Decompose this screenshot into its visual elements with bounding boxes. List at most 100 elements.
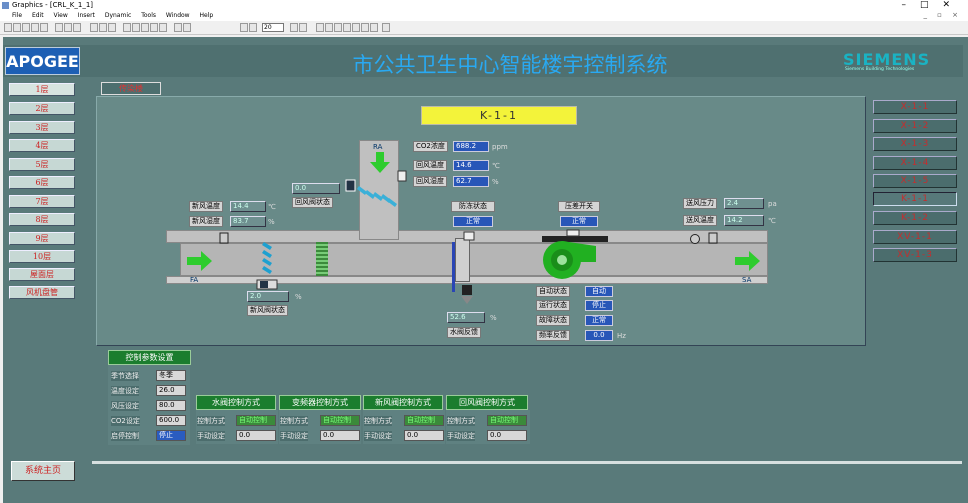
menu-view[interactable]: View bbox=[54, 12, 68, 19]
unit-button-x-1-4[interactable]: X-1-4 bbox=[873, 156, 957, 170]
forward-icon[interactable] bbox=[183, 23, 191, 32]
return-temp-value: 14.6 bbox=[453, 160, 489, 171]
zoom-out-icon[interactable] bbox=[299, 23, 307, 32]
menu-insert[interactable]: Insert bbox=[78, 12, 95, 19]
water-valve-unit: % bbox=[490, 314, 497, 322]
co2-set-input[interactable]: 600.0 bbox=[156, 415, 186, 426]
season-input[interactable]: 冬季 bbox=[156, 370, 186, 381]
floor-button-7[interactable]: 7层 bbox=[9, 195, 75, 208]
pressure-set-label: 风压设定 bbox=[111, 401, 139, 411]
return-hum-label: 回风湿度 bbox=[413, 176, 447, 187]
run-icon[interactable] bbox=[382, 23, 390, 32]
tool-b-icon[interactable] bbox=[325, 23, 333, 32]
align-right-icon[interactable] bbox=[141, 23, 149, 32]
unit-button-xv-1-3[interactable]: XV-1-3 bbox=[873, 248, 957, 262]
fan-run-value: 停止 bbox=[585, 300, 613, 311]
co2-label: CO2浓度 bbox=[413, 141, 448, 152]
fresh-damper-manual-value[interactable]: 0.0 bbox=[404, 430, 444, 441]
return-damper-manual-value[interactable]: 0.0 bbox=[487, 430, 527, 441]
text-icon[interactable] bbox=[99, 23, 107, 32]
floor-button-5[interactable]: 5层 bbox=[9, 158, 75, 171]
print-icon[interactable] bbox=[31, 23, 39, 32]
align-left-icon[interactable] bbox=[123, 23, 131, 32]
tool-g-icon[interactable] bbox=[370, 23, 378, 32]
fresh-damper-manual-label: 手动设定 bbox=[364, 431, 392, 441]
supply-air-arrow-icon bbox=[735, 251, 760, 271]
copy-icon[interactable] bbox=[64, 23, 72, 32]
align-bottom-icon[interactable] bbox=[159, 23, 167, 32]
unit-button-k-1-2[interactable]: K-1-2 bbox=[873, 211, 957, 225]
supply-pressure-unit: pa bbox=[768, 200, 777, 208]
divider bbox=[92, 461, 962, 464]
water-valve-mode-value[interactable]: 自动控制 bbox=[236, 415, 276, 426]
save-icon[interactable] bbox=[22, 23, 30, 32]
layers-icon[interactable] bbox=[249, 23, 257, 32]
floor-button-fancoil[interactable]: 风机盘管 bbox=[9, 286, 75, 299]
floor-button-2[interactable]: 2层 bbox=[9, 102, 75, 115]
home-button[interactable]: 系统主页 bbox=[11, 461, 75, 481]
fresh-damper-icon bbox=[262, 242, 272, 274]
floor-button-10[interactable]: 10层 bbox=[9, 250, 75, 263]
menu-edit[interactable]: Edit bbox=[32, 12, 44, 19]
return-hum-value: 62.7 bbox=[453, 176, 489, 187]
menu-file[interactable]: File bbox=[12, 12, 22, 19]
unit-button-x-1-3[interactable]: X-1-3 bbox=[873, 137, 957, 151]
supply-temp-value: 14.2 bbox=[724, 215, 764, 226]
menu-window[interactable]: Window bbox=[166, 12, 190, 19]
floor-button-3[interactable]: 3层 bbox=[9, 121, 75, 134]
unit-title: K-1-1 bbox=[421, 106, 577, 125]
unit-button-x-1-2[interactable]: X-1-2 bbox=[873, 119, 957, 133]
water-valve-manual-value[interactable]: 0.0 bbox=[236, 430, 276, 441]
window-title: Graphics - [CRL_K_1_1] bbox=[12, 1, 93, 9]
season-label: 季节选择 bbox=[111, 371, 139, 381]
fresh-hum-value: 83.7 bbox=[230, 216, 266, 227]
floor-button-roof[interactable]: 屋面层 bbox=[9, 268, 75, 281]
menu-help[interactable]: Help bbox=[200, 12, 214, 19]
vfd-manual-value[interactable]: 0.0 bbox=[320, 430, 360, 441]
fan-auto-label: 自动状态 bbox=[536, 286, 570, 297]
zoom-in-icon[interactable] bbox=[290, 23, 298, 32]
align-center-icon[interactable] bbox=[132, 23, 140, 32]
start-stop-label: 启停控制 bbox=[111, 431, 139, 441]
align-top-icon[interactable] bbox=[150, 23, 158, 32]
fresh-temp-label: 新风温度 bbox=[189, 201, 223, 212]
unit-button-x-1-5[interactable]: X-1-5 bbox=[873, 174, 957, 188]
tool-a-icon[interactable] bbox=[316, 23, 324, 32]
menu-dynamic[interactable]: Dynamic bbox=[105, 12, 131, 19]
fresh-actuator-icon bbox=[256, 279, 278, 290]
floor-button-9[interactable]: 9层 bbox=[9, 232, 75, 245]
pressure-set-input[interactable]: 80.0 bbox=[156, 400, 186, 411]
shape-icon[interactable] bbox=[108, 23, 116, 32]
temp-set-input[interactable]: 26.0 bbox=[156, 385, 186, 396]
zoom-select[interactable]: 20 bbox=[262, 23, 284, 32]
fan-freq-value: 0.0 bbox=[585, 330, 613, 341]
tool-c-icon[interactable] bbox=[334, 23, 342, 32]
tool-f-icon[interactable] bbox=[361, 23, 369, 32]
floor-button-8[interactable]: 8层 bbox=[9, 213, 75, 226]
start-stop-input[interactable]: 停止 bbox=[156, 430, 186, 441]
fan-freq-label: 频率反馈 bbox=[536, 330, 570, 341]
unit-button-k-1-1[interactable]: K-1-1 bbox=[873, 192, 957, 206]
floor-button-4[interactable]: 4层 bbox=[9, 139, 75, 152]
draw-icon[interactable] bbox=[90, 23, 98, 32]
grid-icon[interactable] bbox=[240, 23, 248, 32]
tool-e-icon[interactable] bbox=[352, 23, 360, 32]
back-icon[interactable] bbox=[174, 23, 182, 32]
unit-button-xv-1-1[interactable]: XV-1-1 bbox=[873, 230, 957, 244]
tool-d-icon[interactable] bbox=[343, 23, 351, 32]
floor-button-6[interactable]: 6层 bbox=[9, 176, 75, 189]
return-damper-mode-value[interactable]: 自动控制 bbox=[487, 415, 527, 426]
window-controls[interactable]: –□✕ bbox=[901, 0, 964, 10]
menu-tools[interactable]: Tools bbox=[141, 12, 156, 19]
unit-button-x-1-1[interactable]: X-1-1 bbox=[873, 100, 957, 114]
fresh-damper-mode-value[interactable]: 自动控制 bbox=[404, 415, 444, 426]
floor-button-1[interactable]: 1层 bbox=[9, 83, 75, 96]
cut-icon[interactable] bbox=[55, 23, 63, 32]
print-preview-icon[interactable] bbox=[40, 23, 48, 32]
building-tab[interactable]: 传染楼 bbox=[101, 82, 161, 95]
vfd-mode-value[interactable]: 自动控制 bbox=[320, 415, 360, 426]
mdi-controls[interactable]: _ ▫ × bbox=[923, 11, 962, 19]
paste-icon[interactable] bbox=[73, 23, 81, 32]
open-icon[interactable] bbox=[13, 23, 21, 32]
new-icon[interactable] bbox=[4, 23, 12, 32]
